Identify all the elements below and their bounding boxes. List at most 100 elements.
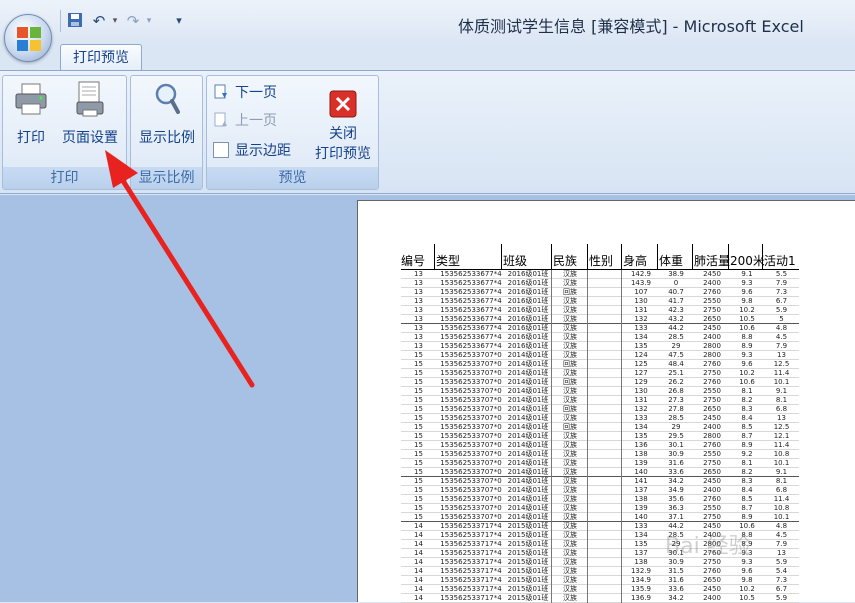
table-cell: 6.7 <box>775 297 788 305</box>
table-cell: 2750 <box>703 369 721 377</box>
tab-print-preview[interactable]: 打印预览 <box>60 44 142 71</box>
close-icon <box>329 90 357 118</box>
table-cell: 汉族 <box>563 387 577 395</box>
table-cell: 2760 <box>703 360 721 368</box>
cell-divider <box>621 333 622 342</box>
table-cell: 153562533717*4 <box>440 540 502 548</box>
table-cell: 8.4 <box>741 486 753 494</box>
cell-divider <box>621 531 622 540</box>
table-cell: 8.5 <box>741 495 753 503</box>
table-cell: 15 <box>414 450 423 458</box>
table-cell: 2014级01班 <box>507 504 549 512</box>
table-cell: 2450 <box>703 414 721 422</box>
cell-divider <box>621 441 622 450</box>
zoom-button[interactable]: 显示比例 <box>135 80 199 148</box>
table-cell: 13 <box>777 351 786 359</box>
table-cell: 153562533707*0 <box>440 351 502 359</box>
checkbox-icon <box>213 142 229 158</box>
table-cell: 153562533677*4 <box>440 342 502 350</box>
table-cell: 15 <box>414 504 423 512</box>
table-cell: 153562533707*0 <box>440 477 502 485</box>
table-cell: 34.9 <box>668 486 684 494</box>
table-cell: 2015级01班 <box>507 531 549 539</box>
table-cell: 7.9 <box>775 342 788 350</box>
table-cell: 137 <box>634 486 648 494</box>
header-divider <box>434 244 435 270</box>
table-cell: 2760 <box>703 288 721 296</box>
table-cell: 136 <box>634 441 648 449</box>
header-divider <box>728 244 729 270</box>
table-cell: 2014级01班 <box>507 369 549 377</box>
quick-access-separator <box>60 10 61 32</box>
table-cell: 28.5 <box>668 333 684 341</box>
table-cell: 48.4 <box>668 360 684 368</box>
table-cell: 8.1 <box>775 477 788 485</box>
close-label-line2: 打印预览 <box>315 146 371 162</box>
table-cell: 汉族 <box>563 306 577 314</box>
table-cell: 153562533707*0 <box>440 486 502 494</box>
table-cell: 2650 <box>703 405 721 413</box>
table-cell: 29.5 <box>668 432 684 440</box>
table-cell: 125 <box>634 360 648 368</box>
table-cell: 14 <box>414 540 423 548</box>
print-button[interactable]: 打印 <box>11 80 51 148</box>
cell-divider <box>621 414 622 423</box>
table-cell: 2014级01班 <box>507 459 549 467</box>
redo-dropdown-icon[interactable]: ▾ <box>140 12 158 30</box>
table-cell: 0 <box>673 279 679 287</box>
cell-divider <box>587 279 588 288</box>
column-header: 民族 <box>553 254 578 268</box>
table-cell: 2016级01班 <box>507 324 549 332</box>
cell-divider <box>551 495 552 504</box>
table-row: 13 153562533677*4 2016级01班 回族 107 40.7 2760 9.6… <box>401 288 799 297</box>
cell-divider <box>551 270 552 279</box>
table-cell: 汉族 <box>563 504 577 512</box>
save-icon[interactable] <box>66 12 84 30</box>
table-cell: 2016级01班 <box>507 270 549 278</box>
table-cell: 12.5 <box>773 423 790 431</box>
undo-dropdown-icon[interactable]: ▾ <box>106 12 124 30</box>
cell-divider <box>587 387 588 396</box>
table-cell: 2015级01班 <box>507 540 549 548</box>
cell-divider <box>621 342 622 351</box>
table-cell: 14 <box>414 531 423 539</box>
cell-divider <box>621 279 622 288</box>
table-cell: 2800 <box>703 342 721 350</box>
office-button[interactable] <box>4 14 52 62</box>
previous-page-button[interactable]: 上一页 <box>213 110 277 132</box>
close-print-preview-button[interactable]: 关闭 打印预览 <box>309 80 377 164</box>
table-cell: 4.8 <box>775 324 788 332</box>
page-setup-button[interactable]: 页面设置 <box>57 80 123 148</box>
table-cell: 2450 <box>703 585 721 593</box>
table-cell: 2750 <box>703 459 721 467</box>
table-cell: 140 <box>634 513 648 521</box>
cell-divider <box>587 333 588 342</box>
table-cell: 2550 <box>703 387 721 395</box>
show-margins-checkbox[interactable]: 显示边距 <box>213 140 291 162</box>
cell-divider <box>551 405 552 414</box>
table-cell: 142.9 <box>630 270 652 278</box>
table-cell: 2760 <box>703 378 721 386</box>
table-cell: 2016级01班 <box>507 306 549 314</box>
table-cell: 汉族 <box>563 558 577 566</box>
table-cell: 15 <box>414 423 423 431</box>
next-page-button[interactable]: 下一页 <box>213 82 277 104</box>
cell-divider <box>621 315 622 324</box>
table-cell: 2015级01班 <box>507 576 549 584</box>
customize-icon[interactable]: ▾ <box>170 12 188 30</box>
header-divider <box>657 244 658 270</box>
table-cell: 47.5 <box>668 351 684 359</box>
table-cell: 139 <box>634 504 648 512</box>
cell-divider <box>551 333 552 342</box>
zoom-label: 显示比例 <box>139 130 195 146</box>
table-row: 13 153562533677*4 2016级01班 汉族 132 43.2 2650 10.… <box>401 315 799 324</box>
table-cell: 回族 <box>563 378 577 386</box>
table-cell: 8.8 <box>741 333 753 341</box>
cell-divider <box>551 297 552 306</box>
table-cell: 131 <box>634 306 648 314</box>
cell-divider <box>587 576 588 585</box>
cell-divider <box>587 531 588 540</box>
table-cell: 8.3 <box>741 477 753 485</box>
table-cell: 153562533677*4 <box>440 315 502 323</box>
table-cell: 153562533707*0 <box>440 414 502 422</box>
